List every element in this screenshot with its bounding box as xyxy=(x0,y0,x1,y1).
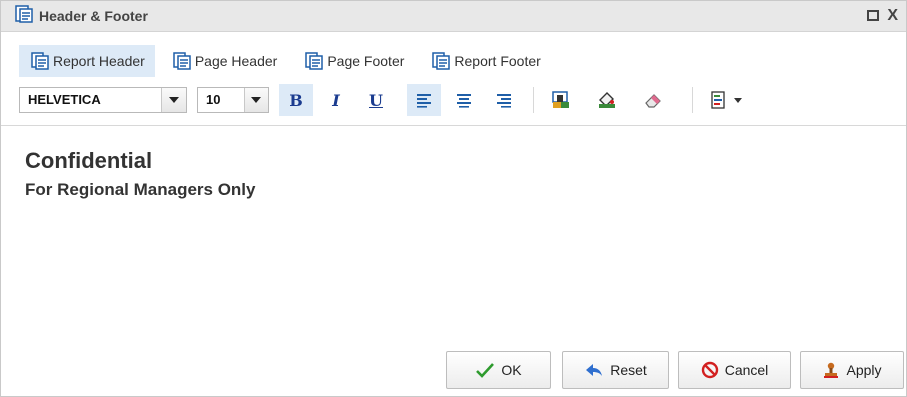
report-footer-icon xyxy=(432,52,451,70)
fill-color-button[interactable] xyxy=(590,84,624,116)
chevron-down-icon[interactable] xyxy=(243,88,268,112)
tab-label: Page Header xyxy=(194,53,278,69)
cancel-button[interactable]: Cancel xyxy=(678,351,791,389)
apply-button[interactable]: Apply xyxy=(800,351,904,389)
align-right-button[interactable] xyxy=(487,84,521,116)
undo-arrow-icon xyxy=(586,364,603,376)
maximize-icon[interactable] xyxy=(867,10,880,21)
title-bar: Header & Footer X xyxy=(1,1,906,32)
page-header-icon xyxy=(173,52,191,70)
align-center-button[interactable] xyxy=(447,84,481,116)
cancel-label: Cancel xyxy=(724,362,769,378)
tab-report-footer[interactable]: Report Footer xyxy=(420,45,550,77)
cancel-icon xyxy=(701,361,718,379)
clear-format-button[interactable] xyxy=(636,84,670,116)
page-footer-icon xyxy=(305,52,324,70)
text-color-button[interactable] xyxy=(544,84,578,116)
tab-page-header[interactable]: Page Header xyxy=(161,45,288,77)
reset-label: Reset xyxy=(610,362,647,378)
editor-line-subtitle: For Regional Managers Only xyxy=(25,180,256,199)
insert-field-dropdown[interactable] xyxy=(703,84,749,116)
paint-bucket-icon xyxy=(599,92,615,108)
text-color-icon xyxy=(552,91,569,108)
eraser-icon xyxy=(645,94,661,108)
insert-field-icon xyxy=(711,91,725,109)
chevron-down-icon[interactable] xyxy=(161,88,186,112)
align-left-icon xyxy=(417,94,431,108)
toolbar-divider xyxy=(533,87,534,113)
dialog-footer: OK Reset Cancel Apply xyxy=(1,341,906,396)
tab-page-footer[interactable]: Page Footer xyxy=(293,45,414,77)
header-editor-area[interactable]: Confidential For Regional Managers Only xyxy=(1,125,906,340)
chevron-down-icon xyxy=(734,97,742,103)
page-layout-icon xyxy=(15,4,33,28)
tab-label: Page Footer xyxy=(327,53,405,69)
dialog-title: Header & Footer xyxy=(39,8,148,24)
ok-label: OK xyxy=(501,362,522,378)
italic-button[interactable]: I xyxy=(319,84,353,116)
ok-button[interactable]: OK xyxy=(446,351,551,389)
apply-label: Apply xyxy=(846,362,882,378)
font-family-select[interactable]: HELVETICA xyxy=(19,87,187,113)
bold-button[interactable]: B xyxy=(279,84,313,116)
reset-button[interactable]: Reset xyxy=(562,351,669,389)
tab-label: Report Footer xyxy=(454,53,541,69)
close-icon[interactable]: X xyxy=(887,7,898,25)
formatting-toolbar: HELVETICA 10 B I U xyxy=(19,81,904,119)
tab-label: Report Header xyxy=(53,53,145,69)
underline-button[interactable]: U xyxy=(359,84,393,116)
section-tabs: Report Header Page Header Page Footer Re… xyxy=(19,45,557,77)
report-header-icon xyxy=(31,52,49,70)
check-icon xyxy=(476,363,495,378)
align-center-icon xyxy=(457,94,471,108)
toolbar-divider xyxy=(692,87,693,113)
font-size-value: 10 xyxy=(206,92,221,107)
font-size-select[interactable]: 10 xyxy=(197,87,269,113)
stamp-icon xyxy=(824,362,839,378)
editor-line-title: Confidential xyxy=(25,148,153,173)
tab-report-header[interactable]: Report Header xyxy=(19,45,155,77)
align-right-icon xyxy=(497,94,511,108)
header-footer-dialog: Header & Footer X Report Header Page Hea… xyxy=(0,0,907,397)
align-left-button[interactable] xyxy=(407,84,441,116)
font-family-value: HELVETICA xyxy=(28,92,101,107)
